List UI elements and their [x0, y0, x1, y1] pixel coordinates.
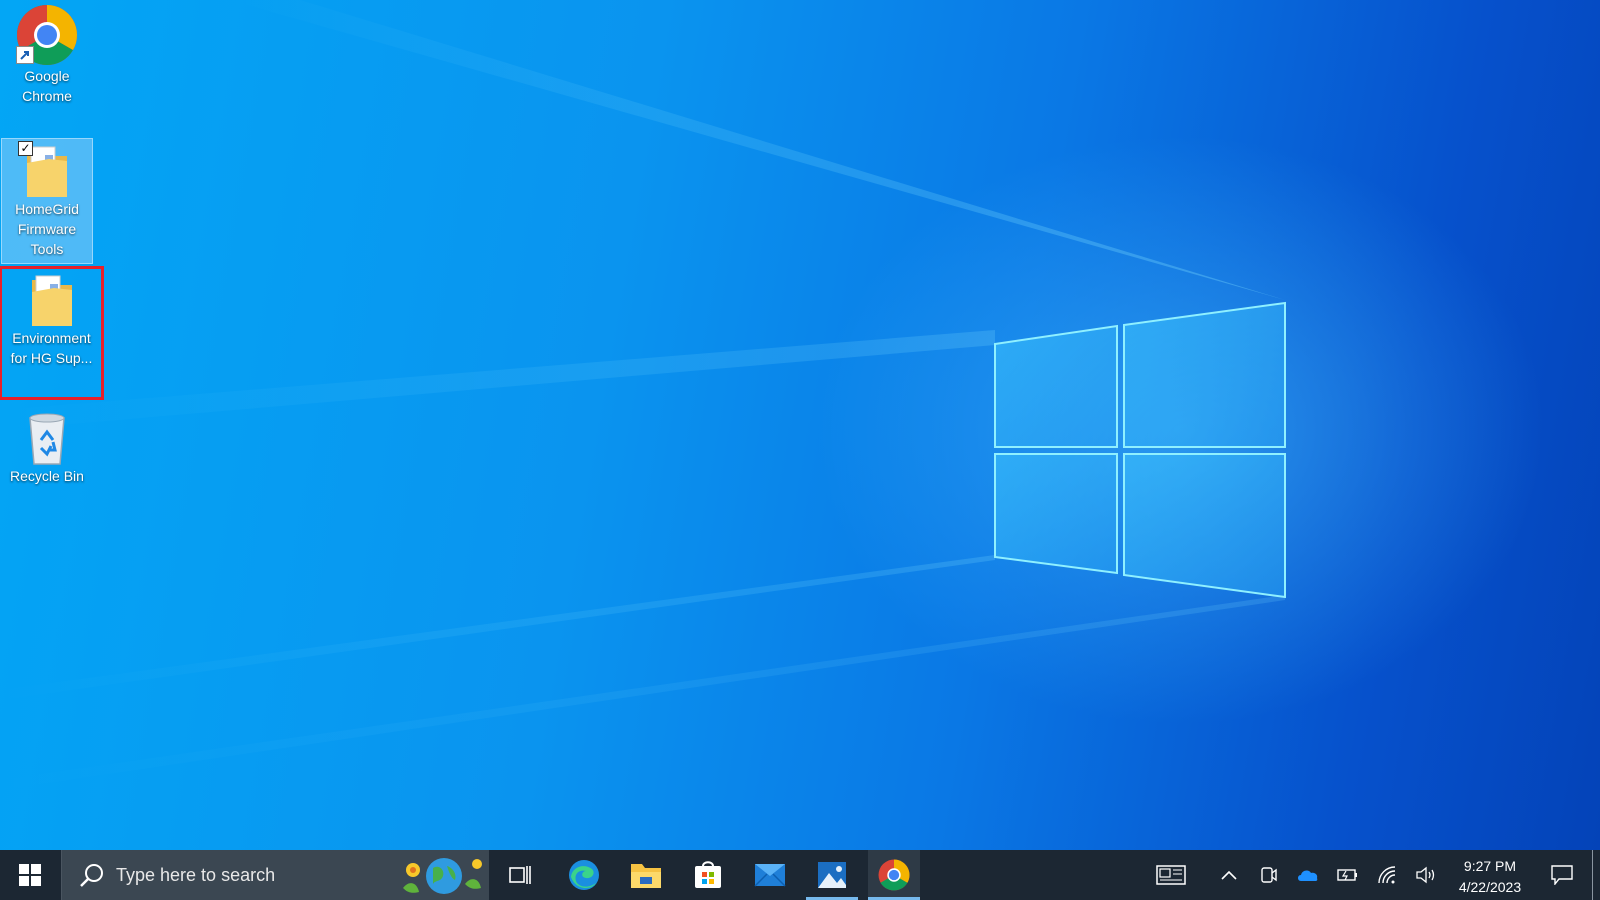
taskbar-app-store[interactable]: [682, 850, 734, 900]
news-icon: [1156, 865, 1186, 885]
show-hidden-icons-button[interactable]: [1212, 850, 1246, 900]
clock-time: 9:27 PM: [1463, 858, 1517, 874]
task-view-button[interactable]: [500, 850, 540, 900]
desktop-icon-homegrid-firmware-tools[interactable]: ✓ HomeGrid Firmware Tools: [1, 138, 93, 264]
search-icon: [80, 864, 103, 887]
news-and-interests-button[interactable]: [1150, 850, 1192, 900]
volume-icon: [1416, 866, 1435, 884]
chevron-up-icon: [1221, 870, 1237, 880]
desktop-icon-label: Environment for HG Sup...: [10, 330, 93, 366]
taskbar-app-edge[interactable]: [558, 850, 610, 900]
desktop-icon-label: HomeGrid Firmware Tools: [15, 201, 79, 257]
file-explorer-icon: [631, 864, 661, 888]
desktop-icon-label: Google Chrome: [22, 68, 72, 104]
shortcut-arrow-icon: [16, 46, 34, 64]
microsoft-store-icon: [695, 861, 721, 888]
search-placeholder: Type here to search: [116, 865, 276, 885]
show-desktop-button[interactable]: [1592, 850, 1593, 900]
taskbar-app-mail[interactable]: [744, 850, 796, 900]
network-button[interactable]: [1370, 850, 1404, 900]
battery-icon: [1337, 869, 1357, 881]
taskbar-app-chrome[interactable]: [868, 850, 920, 900]
action-center-button[interactable]: [1542, 850, 1582, 900]
taskbar-search-box[interactable]: Type here to search: [61, 850, 489, 900]
taskbar-clock[interactable]: 9:27 PM 4/22/2023: [1448, 856, 1532, 898]
windows-wallpaper: [0, 0, 1286, 790]
edge-icon: [569, 860, 599, 890]
chrome-icon: [878, 859, 910, 891]
desktop-icon-label: Recycle Bin: [10, 468, 84, 484]
desktop-icon-recycle-bin[interactable]: Recycle Bin: [2, 408, 92, 494]
notifications-icon: [1551, 865, 1573, 885]
taskbar-app-photos[interactable]: [806, 850, 858, 900]
selection-checkbox[interactable]: ✓: [18, 141, 33, 156]
task-view-icon: [509, 866, 531, 884]
folder-icon: [31, 275, 72, 326]
onedrive-icon: [1298, 870, 1318, 881]
windows-start-icon: [19, 864, 41, 886]
earth-day-search-highlight-icon[interactable]: [399, 854, 487, 898]
recycle-bin-icon: [29, 413, 65, 465]
photos-icon: [818, 862, 846, 888]
desktop-icon-google-chrome[interactable]: Google Chrome: [2, 0, 92, 110]
meet-now-button[interactable]: [1252, 850, 1286, 900]
desktop[interactable]: Google Chrome ✓ HomeGrid Firmware Tools …: [0, 0, 1600, 850]
taskbar: Type here to search 9:27 PM 4/22/2023: [0, 850, 1600, 900]
battery-button[interactable]: [1331, 850, 1365, 900]
onedrive-button[interactable]: [1291, 850, 1325, 900]
wifi-icon: [1378, 866, 1396, 884]
volume-button[interactable]: [1409, 850, 1443, 900]
desktop-icon-environment-folder[interactable]: Environment for HG Sup...: [0, 266, 104, 400]
mail-icon: [754, 864, 786, 887]
taskbar-app-file-explorer[interactable]: [620, 850, 672, 900]
clock-date: 4/22/2023: [1458, 879, 1522, 895]
start-button[interactable]: [0, 850, 60, 900]
meet-now-icon: [1261, 867, 1277, 883]
